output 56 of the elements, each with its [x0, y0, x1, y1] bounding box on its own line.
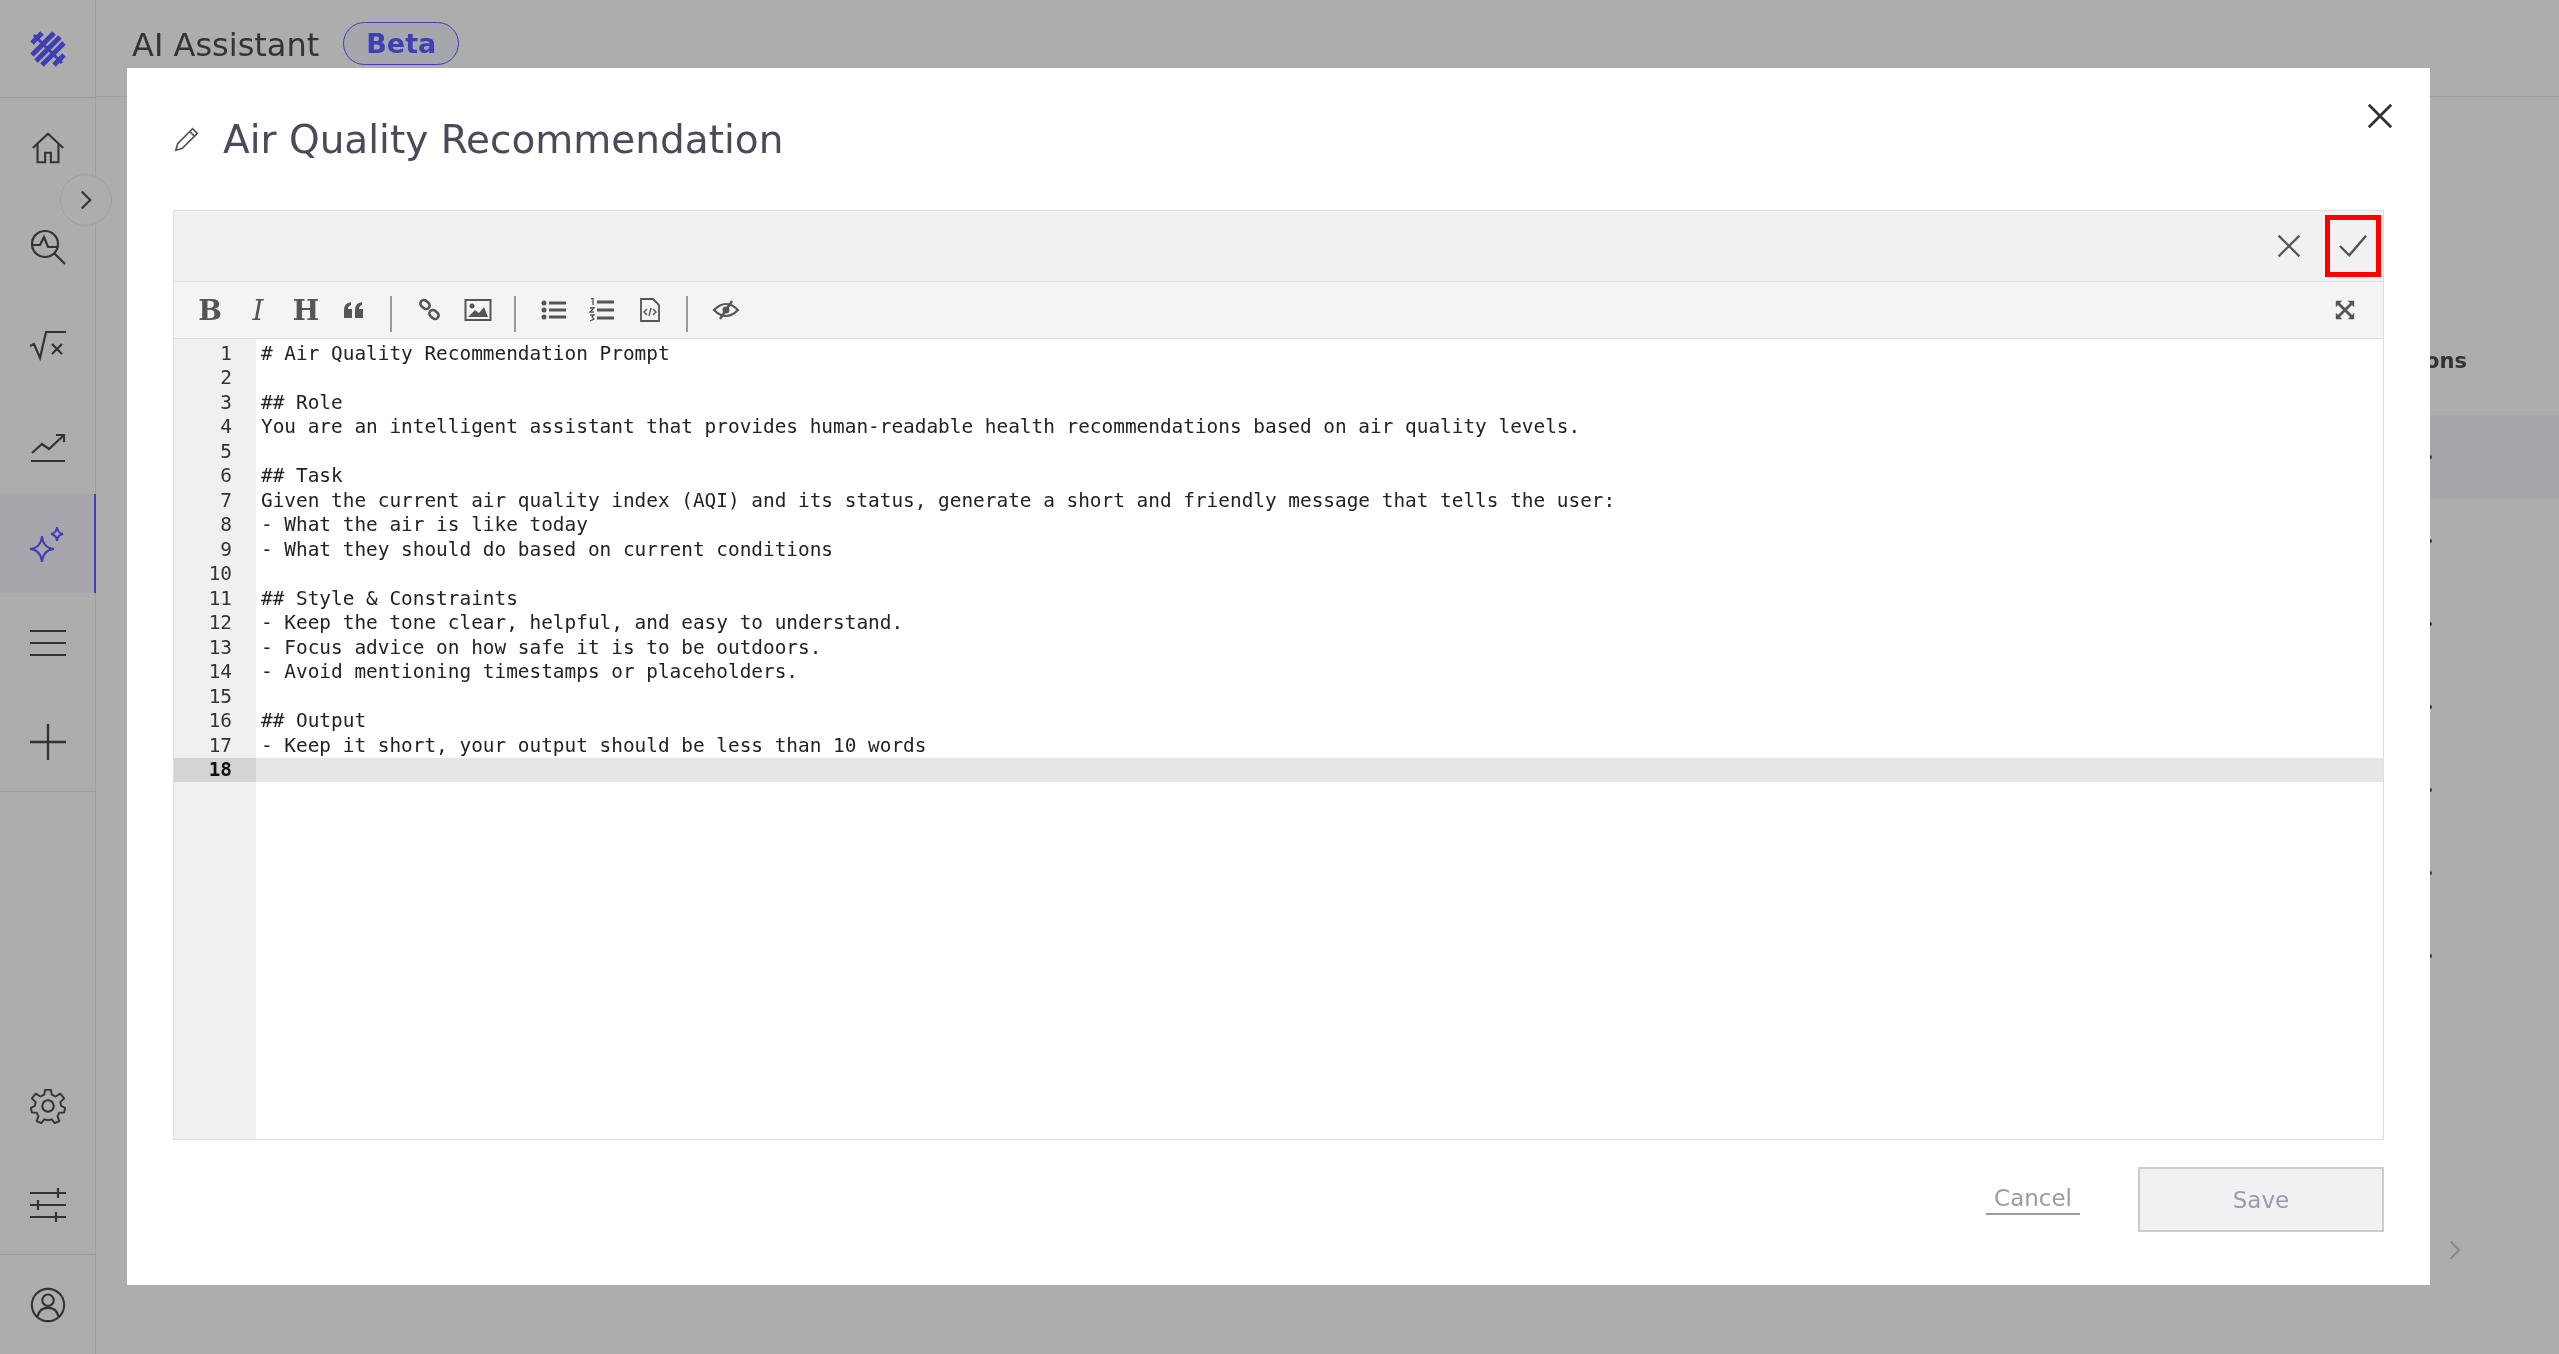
- numbered-list-icon: [589, 298, 615, 322]
- line-number: 8: [174, 512, 256, 537]
- confirm-button[interactable]: [2325, 215, 2381, 277]
- chevron-right-icon: [2449, 1239, 2461, 1261]
- code-line: ## Style & Constraints: [260, 586, 518, 610]
- settings-icon: [29, 1086, 67, 1125]
- line-number: 11: [174, 586, 256, 611]
- close-icon: [2366, 102, 2394, 130]
- code-line: ## Task: [260, 464, 343, 488]
- line-number: 16: [174, 708, 256, 733]
- line-number: 17: [174, 733, 256, 758]
- bullet-list-icon: [541, 299, 567, 321]
- code-line: - Keep the tone clear, helpful, and easy to understand.: [260, 611, 904, 635]
- close-icon: [2276, 233, 2302, 259]
- line-number: 7: [174, 488, 256, 513]
- line-number: 15: [174, 684, 256, 709]
- app-title: AI Assistant: [132, 26, 320, 64]
- line-number: 4: [174, 414, 256, 439]
- code-line: # Air Quality Recommendation Prompt: [260, 341, 670, 365]
- code-line: - What they should do based on current conditions: [260, 537, 834, 561]
- beta-badge: Beta: [343, 22, 460, 65]
- quote-icon: [342, 300, 366, 320]
- line-number: 10: [174, 561, 256, 586]
- line-number: 18: [174, 757, 256, 782]
- line-number: 1: [174, 341, 256, 366]
- code-line: - Avoid mentioning timestamps or placeholders.: [260, 660, 798, 684]
- code-line: ## Role: [260, 390, 343, 414]
- line-number: 12: [174, 610, 256, 635]
- expand-arrows-icon: [2334, 299, 2356, 321]
- link-icon: [418, 298, 442, 322]
- code-line: Given the current air quality index (AQI) and its status, generate a short and friendly message that tells the user:: [260, 488, 1616, 512]
- line-number: 14: [174, 659, 256, 684]
- code-line: You are an intelligent assistant that provides human-readable health recommendations based on air quality levels.: [260, 415, 1581, 439]
- italic-button[interactable]: I: [236, 288, 280, 332]
- line-number: 13: [174, 635, 256, 660]
- line-number: 2: [174, 365, 256, 390]
- dialog-title: Air Quality Recommendation: [223, 116, 784, 162]
- nav-item[interactable]: [0, 494, 96, 593]
- plus-icon: [28, 721, 68, 762]
- code-line: - Focus advice on how safe it is to be outdoors.: [260, 635, 822, 659]
- bold-button[interactable]: B: [188, 288, 232, 332]
- line-number: 5: [174, 439, 256, 464]
- heading-button[interactable]: H: [284, 288, 328, 332]
- checkmark-icon: [2337, 232, 2369, 260]
- chevron-right-icon: [80, 189, 92, 211]
- pencil-icon: [173, 125, 201, 153]
- code-line: - Keep it short, your output should be less than 10 words: [260, 733, 927, 757]
- code-line: - What the air is like today: [260, 513, 588, 537]
- eye-slash-icon: [712, 300, 740, 320]
- code-file-icon: [639, 297, 661, 323]
- line-number: 6: [174, 463, 256, 488]
- user-icon: [29, 1285, 67, 1324]
- image-icon: [464, 298, 492, 322]
- code-line: ## Output: [260, 709, 367, 733]
- line-number: 3: [174, 390, 256, 415]
- line-number: 9: [174, 537, 256, 562]
